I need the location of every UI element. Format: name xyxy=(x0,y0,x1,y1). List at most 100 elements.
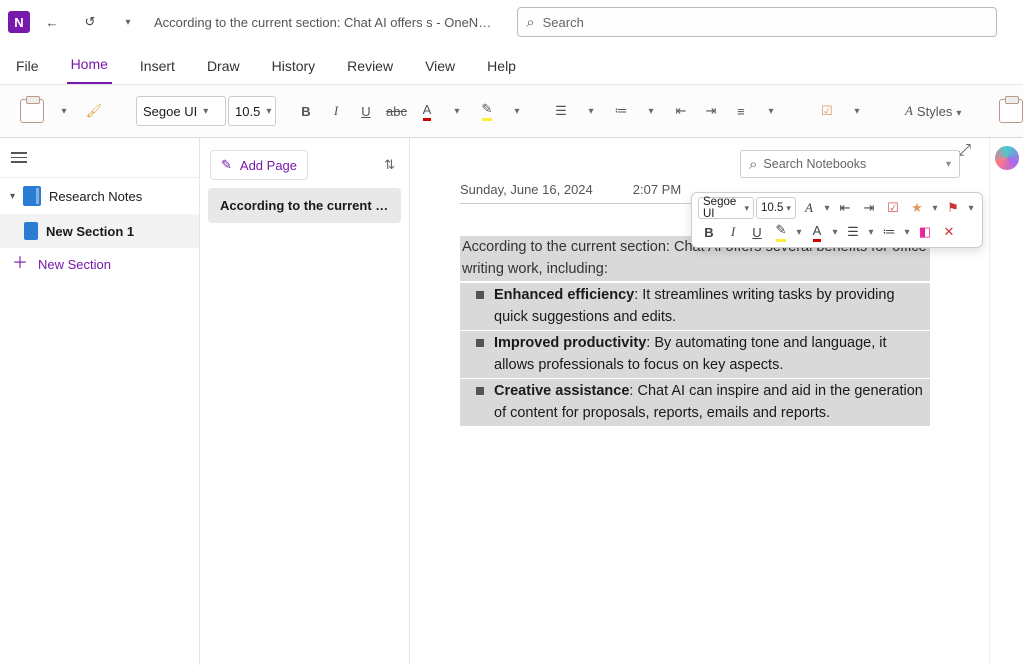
mini-flag[interactable]: ⚑ xyxy=(942,197,964,219)
copilot-panel-button[interactable] xyxy=(995,146,1019,170)
strikethrough-button[interactable]: abc xyxy=(382,95,411,127)
numbering-button[interactable]: ≔ xyxy=(607,95,635,127)
mini-font-size-value: 10.5 xyxy=(761,202,783,214)
add-page-button[interactable]: ✎ Add Page xyxy=(210,150,308,180)
tab-file[interactable]: File xyxy=(12,50,43,84)
mini-numbering[interactable]: ≔ xyxy=(878,221,900,243)
mini-bullets-dd[interactable] xyxy=(866,227,876,238)
mini-font-family-value: Segoe UI xyxy=(703,196,741,220)
clipboard-overflow[interactable] xyxy=(995,95,1023,127)
expand-button[interactable]: ⤢ xyxy=(958,142,971,160)
font-size-value: 10.5 xyxy=(235,104,260,119)
bullet-title: Enhanced efficiency xyxy=(494,287,634,303)
global-search[interactable]: Search xyxy=(517,7,997,37)
mini-font-family[interactable]: Segoe UI▾ xyxy=(698,197,754,219)
tab-help[interactable]: Help xyxy=(483,50,520,84)
chevron-down-icon: ▾ xyxy=(10,191,15,202)
mini-highlight-dd[interactable] xyxy=(794,227,804,238)
indent-button[interactable]: ⇥ xyxy=(697,95,725,127)
align-dropdown[interactable] xyxy=(757,95,785,127)
section-name: New Section 1 xyxy=(46,224,134,239)
todo-tag-button[interactable]: ☑ xyxy=(813,95,841,127)
paste-button[interactable] xyxy=(16,95,48,127)
bullet-icon xyxy=(476,339,484,347)
tab-insert[interactable]: Insert xyxy=(136,50,179,84)
highlight-button[interactable]: ✎ xyxy=(473,95,501,127)
mini-font-color[interactable]: A xyxy=(806,221,828,243)
mini-todo[interactable]: ☑ xyxy=(882,197,904,219)
content-column: ⤢ Sunday, June 16, 2024 2:07 PM Accordin… xyxy=(410,138,1023,665)
outdent-button[interactable]: ⇤ xyxy=(667,95,695,127)
add-page-label: Add Page xyxy=(240,158,297,173)
page-list-panel: ✎ Add Page ⇅ According to the current … xyxy=(200,138,410,665)
nav-toggle-button[interactable] xyxy=(8,147,30,169)
plus-icon: ＋ xyxy=(12,256,28,272)
highlight-dropdown[interactable] xyxy=(503,95,531,127)
back-button[interactable]: ← xyxy=(36,6,68,38)
list-item[interactable]: Improved productivity: By automating ton… xyxy=(460,331,930,378)
undo-button[interactable]: ↺ xyxy=(74,6,106,38)
mini-tag-dd[interactable] xyxy=(930,203,940,214)
workspace: ▾ Research Notes New Section 1 ＋ New Sec… xyxy=(0,138,1023,665)
window-title: According to the current section: Chat A… xyxy=(154,15,491,30)
mini-delete[interactable]: ✕ xyxy=(938,221,960,243)
font-size-combo[interactable]: 10.5▾ xyxy=(228,96,276,126)
tab-home[interactable]: Home xyxy=(67,48,112,84)
numbering-dropdown[interactable] xyxy=(637,95,665,127)
section-item[interactable]: New Section 1 xyxy=(0,214,199,248)
page-canvas[interactable]: ⤢ Sunday, June 16, 2024 2:07 PM Accordin… xyxy=(410,138,989,665)
font-family-combo[interactable]: Segoe UI▾ xyxy=(136,96,226,126)
font-family-value: Segoe UI xyxy=(143,104,197,119)
format-painter-button[interactable]: 🖌 xyxy=(80,95,108,127)
notebook-item[interactable]: ▾ Research Notes xyxy=(0,178,199,214)
tab-view[interactable]: View xyxy=(421,50,459,84)
list-item[interactable]: Creative assistance: Chat AI can inspire… xyxy=(460,379,930,426)
italic-button[interactable]: I xyxy=(322,95,350,127)
mini-bullets[interactable]: ☰ xyxy=(842,221,864,243)
mini-numbering-dd[interactable] xyxy=(902,227,912,238)
bold-button[interactable]: B xyxy=(292,95,320,127)
mini-styles-dd[interactable] xyxy=(822,203,832,214)
new-section-button[interactable]: ＋ New Section xyxy=(0,248,199,280)
note-container[interactable]: According to the current section: Chat A… xyxy=(460,236,930,426)
styles-button[interactable]: A Styles xyxy=(899,95,967,127)
tab-history[interactable]: History xyxy=(268,50,320,84)
app-icon: N xyxy=(8,11,30,33)
tab-review[interactable]: Review xyxy=(343,50,397,84)
list-item[interactable]: Enhanced efficiency: It streamlines writ… xyxy=(460,283,930,330)
font-color-dropdown[interactable] xyxy=(443,95,471,127)
mini-tag-star[interactable]: ★ xyxy=(906,197,928,219)
page-time: 2:07 PM xyxy=(633,182,681,197)
mini-highlight[interactable]: ✎ xyxy=(770,221,792,243)
tab-draw[interactable]: Draw xyxy=(203,50,244,84)
mini-indent[interactable]: ⇥ xyxy=(858,197,880,219)
page-date: Sunday, June 16, 2024 xyxy=(460,182,593,197)
sort-pages-button[interactable]: ⇅ xyxy=(380,153,399,177)
mini-bold[interactable]: B xyxy=(698,221,720,243)
mini-font-size[interactable]: 10.5▾ xyxy=(756,197,796,219)
mini-styles[interactable]: A xyxy=(798,197,820,219)
align-button[interactable]: ≡ xyxy=(727,95,755,127)
ribbon-home: 🖌 Segoe UI▾ 10.5▾ B I U abc A ✎ ☰ ≔ ⇤ ⇥ … xyxy=(0,84,1023,138)
right-rail xyxy=(989,138,1023,665)
bullets-dropdown[interactable] xyxy=(577,95,605,127)
clipboard-icon xyxy=(999,99,1023,123)
paste-dropdown[interactable] xyxy=(50,95,78,127)
mini-fontcolor-dd[interactable] xyxy=(830,227,840,238)
underline-button[interactable]: U xyxy=(352,95,380,127)
mini-outdent[interactable]: ⇤ xyxy=(834,197,856,219)
bullet-icon xyxy=(476,291,484,299)
bullets-button[interactable]: ☰ xyxy=(547,95,575,127)
page-item[interactable]: According to the current … xyxy=(208,188,401,223)
qat-dropdown[interactable] xyxy=(112,6,144,38)
mini-underline[interactable]: U xyxy=(746,221,768,243)
mini-flag-dd[interactable] xyxy=(966,203,976,214)
mini-italic[interactable]: I xyxy=(722,221,744,243)
search-notebooks[interactable]: Search Notebooks ▾ xyxy=(740,150,960,178)
mini-eraser[interactable]: ◧ xyxy=(914,221,936,243)
search-icon xyxy=(526,14,534,31)
styles-icon: A xyxy=(905,103,913,119)
font-color-button[interactable]: A xyxy=(413,95,441,127)
tags-dropdown[interactable] xyxy=(843,95,871,127)
notebook-icon xyxy=(23,186,41,206)
